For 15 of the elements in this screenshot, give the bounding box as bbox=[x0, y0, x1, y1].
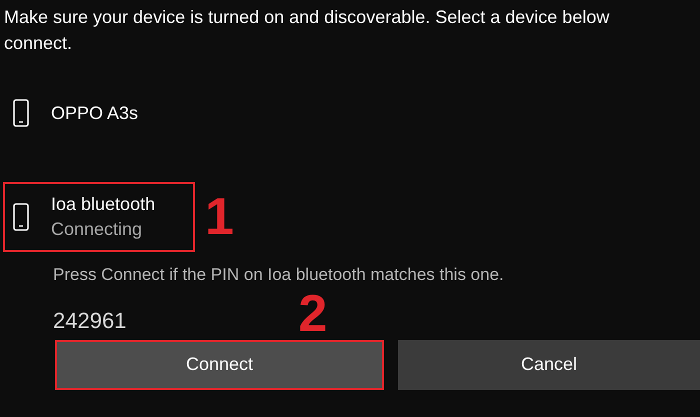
device-name: Ioa bluetooth bbox=[51, 193, 156, 216]
phone-icon bbox=[13, 203, 29, 231]
cancel-button[interactable]: Cancel bbox=[398, 340, 700, 390]
connect-button[interactable]: Connect bbox=[55, 340, 384, 390]
pin-code: 242961 bbox=[53, 306, 126, 334]
device-status: Connecting bbox=[51, 218, 144, 241]
step-number: 1 bbox=[205, 191, 234, 243]
step-number: 2 bbox=[298, 288, 328, 340]
phone-icon bbox=[13, 99, 29, 127]
device-item[interactable]: OPPO A3s bbox=[3, 78, 195, 148]
pin-prompt: Press Connect if the PIN on Ioa bluetooth matches this one. bbox=[53, 264, 504, 286]
device-item[interactable]: Ioa bluetooth Connecting bbox=[3, 182, 195, 252]
device-name: OPPO A3s bbox=[51, 102, 138, 125]
instruction-text: Make sure your device is turned on and discoverable. Select a device below bbox=[4, 6, 610, 29]
instruction-text: connect. bbox=[4, 32, 72, 55]
